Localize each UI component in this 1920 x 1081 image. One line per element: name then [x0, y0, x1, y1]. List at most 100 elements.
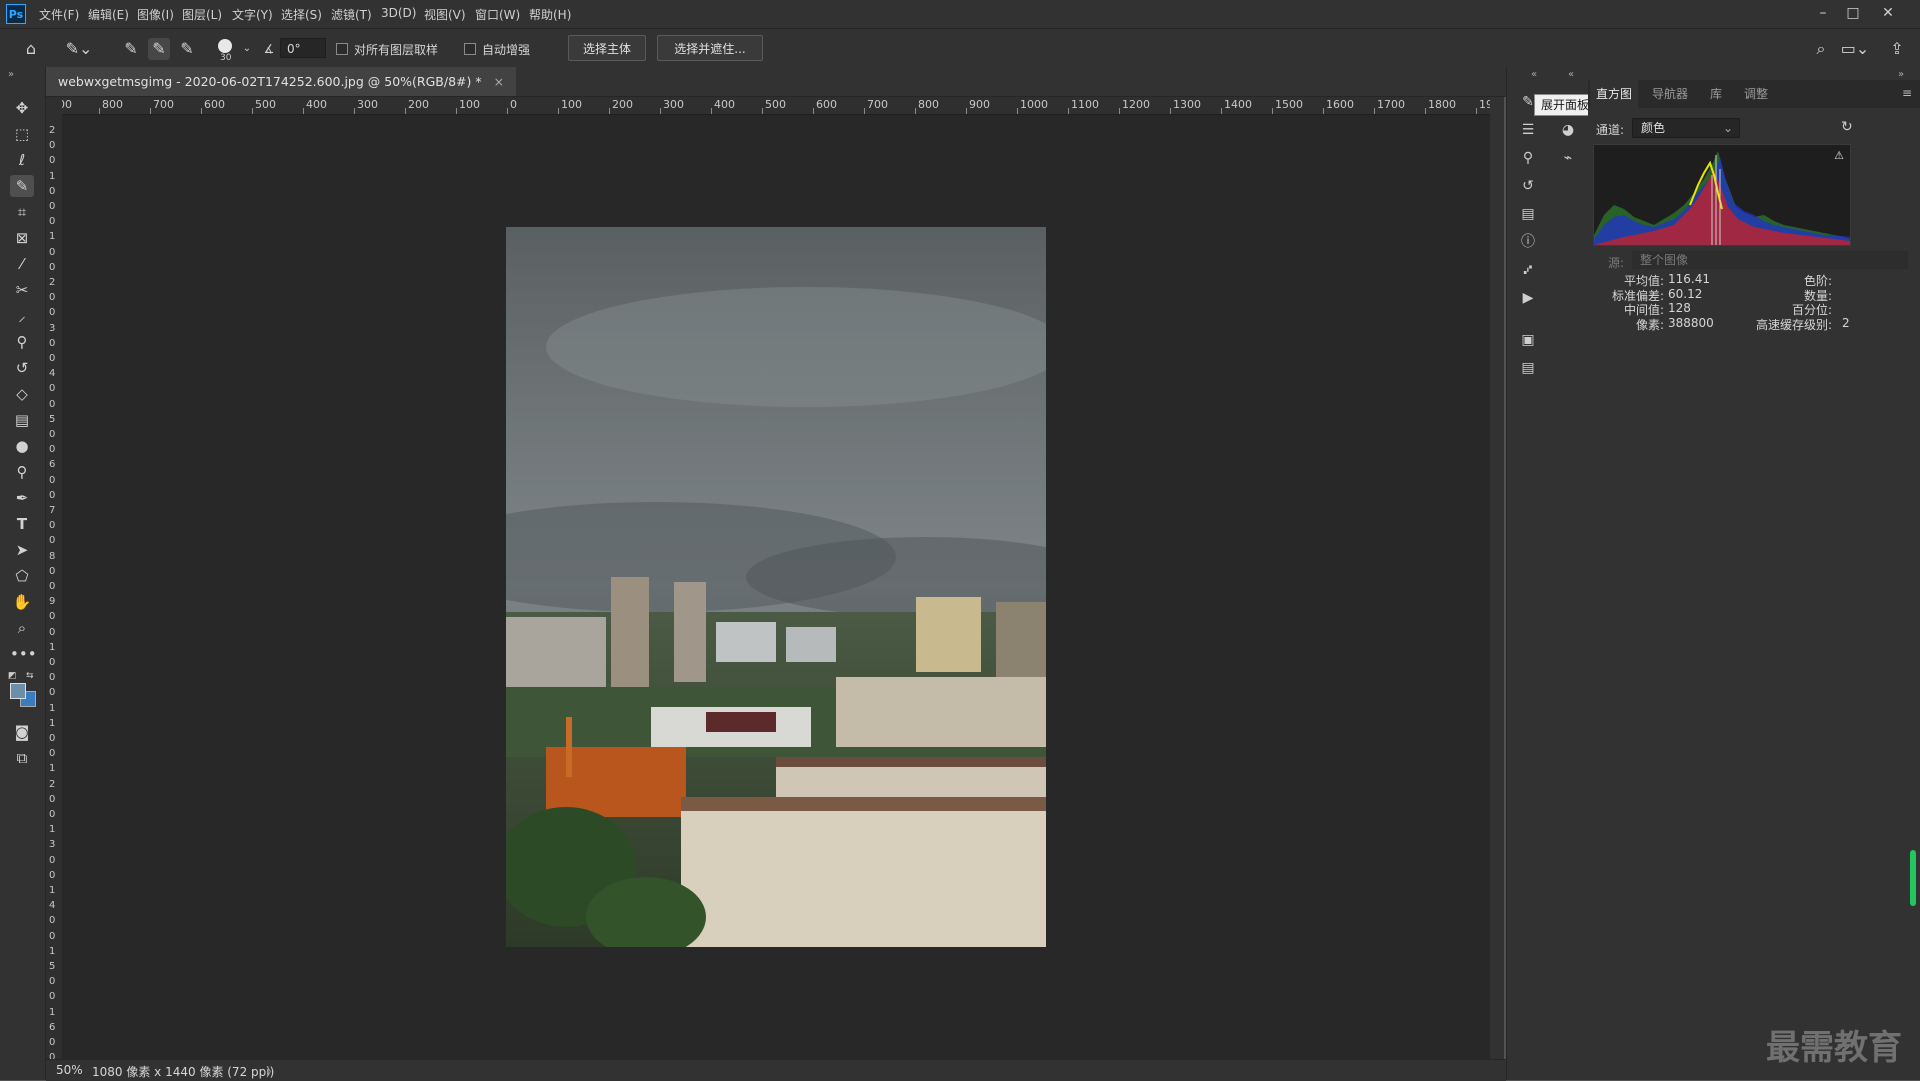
quick-selection-tool-icon[interactable]: ✎	[10, 175, 34, 197]
eyedropper-tool-icon[interactable]: ⁄	[10, 253, 34, 275]
menu-layer[interactable]: 图层(L)	[182, 6, 222, 23]
cache-level-value: 2	[1842, 316, 1850, 330]
zoom-level[interactable]: 50%	[56, 1063, 83, 1077]
sample-all-layers-checkbox[interactable]	[336, 43, 348, 55]
screen-mode-icon[interactable]: ⧉	[10, 747, 34, 769]
layer-comps-icon[interactable]: ▤	[1516, 203, 1540, 225]
marquee-tool-icon[interactable]: ⬚	[10, 123, 34, 145]
sample-all-layers-label: 对所有图层取样	[354, 43, 439, 57]
blur-tool-icon[interactable]: ●	[10, 435, 34, 457]
tool-preset-picker[interactable]: ✎⌄	[62, 38, 96, 60]
menu-view[interactable]: 视图(V)	[424, 6, 466, 23]
source-select[interactable]: 整个图像	[1632, 251, 1908, 269]
history-icon[interactable]: ↺	[1516, 175, 1540, 197]
tab-libraries[interactable]: 库	[1704, 80, 1728, 108]
chevron-down-icon[interactable]: ⌄	[242, 38, 252, 60]
angle-input[interactable]: 0°	[280, 38, 326, 58]
properties-icon[interactable]: ☰	[1516, 119, 1540, 141]
lasso-tool-icon[interactable]: ℓ	[10, 149, 34, 171]
character-icon[interactable]: ⑇	[1516, 259, 1540, 281]
ruler-top-tick	[711, 108, 712, 114]
shape-tool-icon[interactable]: ⬠	[10, 565, 34, 587]
collapse-toolbar-icon[interactable]: »	[8, 69, 14, 80]
ruler-top-label: 500	[765, 98, 786, 111]
minimize-button[interactable]: –	[1808, 2, 1838, 24]
ruler-top-tick	[558, 108, 559, 114]
close-tab-icon[interactable]: ×	[494, 74, 504, 89]
close-window-button[interactable]: ✕	[1873, 2, 1903, 24]
document-image[interactable]	[506, 227, 1046, 947]
search-icon[interactable]: ⌕	[1810, 38, 1832, 60]
color-panel-icon[interactable]: ◕	[1556, 119, 1580, 141]
ruler-top-label: 200	[612, 98, 633, 111]
ruler-top-tick	[1119, 108, 1120, 114]
edit-toolbar-icon[interactable]: •••	[10, 643, 37, 665]
swap-colors-icon[interactable]: ⇆	[26, 671, 34, 681]
menu-help[interactable]: 帮助(H)	[529, 6, 571, 23]
select-and-mask-button[interactable]: 选择并遮住...	[657, 35, 763, 61]
subtract-from-selection-brush-icon[interactable]: ✎	[176, 38, 198, 60]
menu-image[interactable]: 图像(I)	[137, 6, 174, 23]
document-tab[interactable]: webwxgetmsgimg - 2020-06-02T174252.600.j…	[46, 67, 517, 96]
pen-tool-icon[interactable]: ✒	[10, 487, 34, 509]
paths-icon[interactable]: ⌁	[1556, 147, 1580, 169]
tab-histogram[interactable]: 直方图	[1590, 80, 1639, 108]
select-subject-button[interactable]: 选择主体	[568, 35, 646, 61]
tab-navigator[interactable]: 导航器	[1646, 80, 1694, 108]
refresh-icon[interactable]: ↻	[1841, 119, 1853, 135]
new-selection-brush-icon[interactable]: ✎	[120, 38, 142, 60]
panel-menu-icon[interactable]: ≡	[1902, 86, 1912, 100]
menu-3d[interactable]: 3D(D)	[381, 6, 416, 20]
horizontal-ruler[interactable]: 9008007006005004003002001000100200300400…	[62, 97, 1490, 115]
vertical-scrollbar[interactable]	[1490, 97, 1504, 1059]
gradient-tool-icon[interactable]: ▤	[10, 409, 34, 431]
path-selection-tool-icon[interactable]: ➤	[10, 539, 34, 561]
menu-type[interactable]: 文字(Y)	[232, 6, 273, 23]
move-tool-icon[interactable]: ✥	[10, 97, 34, 119]
vertical-ruler[interactable]: 2 0 0 1 0 0 0 1 0 0 2 0 0 3 0 0 4 0 0 5 0 0 6 0 0 7 0 0 8 0 0 9 0 0 1 0 0 0 1 1…	[46, 114, 63, 1059]
auto-enhance-checkbox[interactable]	[464, 43, 476, 55]
maximize-button[interactable]: □	[1838, 2, 1868, 24]
zoom-tool-icon[interactable]: ⌕	[10, 617, 34, 639]
workspace-switcher-icon[interactable]: ▭⌄	[1840, 38, 1870, 60]
collapse-left-icon[interactable]: «	[1531, 69, 1537, 80]
clone-source-icon[interactable]: ⚲	[1516, 147, 1540, 169]
add-to-selection-brush-icon[interactable]: ✎	[148, 38, 170, 60]
frame-tool-icon[interactable]: ⊠	[10, 227, 34, 249]
hand-tool-icon[interactable]: ✋	[10, 591, 34, 613]
ruler-left-label: 0	[49, 489, 56, 501]
type-tool-icon[interactable]: T	[10, 513, 34, 535]
menu-filter[interactable]: 滤镜(T)	[331, 6, 372, 23]
menu-window[interactable]: 窗口(W)	[475, 6, 520, 23]
ruler-left-label: 1	[49, 170, 56, 182]
menu-edit[interactable]: 编辑(E)	[88, 6, 129, 23]
collapse-right-icon[interactable]: »	[1898, 69, 1904, 80]
panel-scrollbar[interactable]	[1910, 850, 1916, 906]
actions-play-icon[interactable]: ▶	[1516, 287, 1540, 309]
brush-size-picker[interactable]: 30	[214, 38, 244, 63]
crop-tool-icon[interactable]: ⌗	[10, 201, 34, 223]
foreground-color-swatch[interactable]	[10, 683, 26, 699]
layers-icon[interactable]: ▣	[1516, 329, 1540, 351]
ruler-left-label: 5	[49, 413, 56, 425]
clone-stamp-tool-icon[interactable]: ⚲	[10, 331, 34, 353]
ruler-left-label: 0	[49, 976, 56, 988]
home-icon[interactable]: ⌂	[20, 38, 42, 60]
channel-select[interactable]: 颜色 ⌄	[1632, 118, 1740, 138]
warning-icon[interactable]: ⚠	[1834, 149, 1844, 162]
menu-select[interactable]: 选择(S)	[281, 6, 322, 23]
brush-tool-icon[interactable]: ⸝	[10, 305, 34, 327]
history-brush-tool-icon[interactable]: ↺	[10, 357, 34, 379]
tab-adjustments[interactable]: 调整	[1738, 80, 1774, 108]
eraser-tool-icon[interactable]: ◇	[10, 383, 34, 405]
dodge-tool-icon[interactable]: ⚲	[10, 461, 34, 483]
menu-file[interactable]: 文件(F)	[39, 6, 79, 23]
collapse-left-icon-2[interactable]: «	[1568, 69, 1574, 80]
info-icon[interactable]: ⓘ	[1516, 231, 1540, 253]
notes-icon[interactable]: ▤	[1516, 357, 1540, 379]
share-icon[interactable]: ⇪	[1886, 38, 1908, 60]
healing-brush-tool-icon[interactable]: ✂	[10, 279, 34, 301]
default-colors-icon[interactable]: ◩	[8, 671, 17, 681]
quick-mask-icon[interactable]: ◙	[10, 721, 34, 743]
status-menu-arrow[interactable]: 〉	[266, 1063, 278, 1080]
